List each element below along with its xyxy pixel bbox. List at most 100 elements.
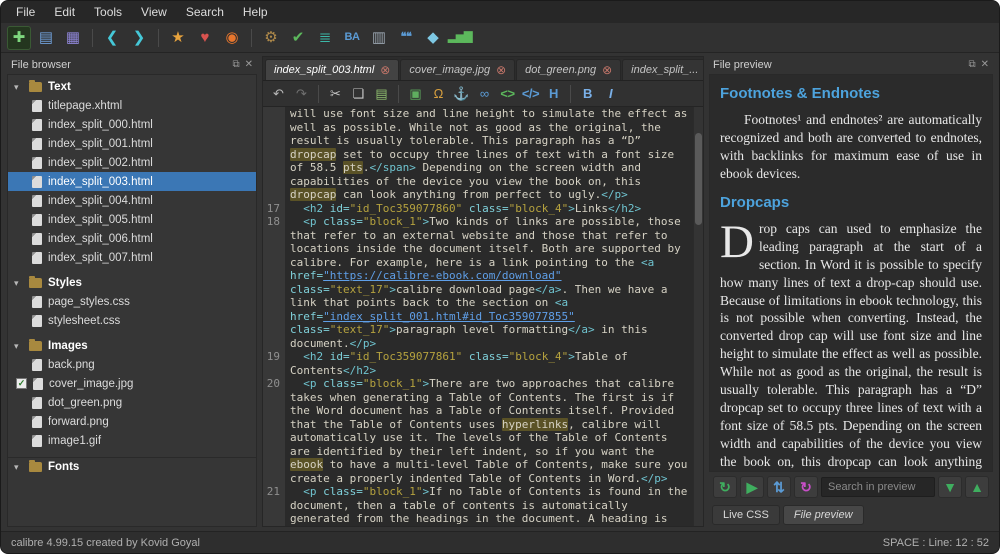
file-item-index_split_003.html[interactable]: index_split_003.html bbox=[8, 172, 256, 191]
find-next-button[interactable]: ▼ bbox=[938, 476, 962, 498]
float-panel-icon[interactable]: ⧉ bbox=[968, 60, 975, 70]
beautify-button[interactable]: ◆ bbox=[421, 26, 445, 50]
file-name: stylesheet.css bbox=[48, 315, 120, 327]
file-item-index_split_007.html[interactable]: index_split_007.html bbox=[8, 248, 256, 267]
code-token: "block_1" bbox=[363, 485, 423, 498]
insert-special-character-button[interactable]: Ω bbox=[428, 83, 449, 104]
file-item-index_split_006.html[interactable]: index_split_006.html bbox=[8, 229, 256, 248]
folder-icon bbox=[29, 278, 42, 288]
go-back-button[interactable]: ❮ bbox=[100, 26, 124, 50]
copy-button[interactable]: ❏ bbox=[348, 83, 369, 104]
code-token: ebook bbox=[290, 458, 323, 471]
community-button[interactable]: ◉ bbox=[220, 26, 244, 50]
sync-position-button[interactable]: ⇅ bbox=[767, 476, 791, 498]
reload-styles-button[interactable]: ↻ bbox=[794, 476, 818, 498]
cut-button[interactable]: ✂ bbox=[325, 83, 346, 104]
preview-tab-live-css[interactable]: Live CSS bbox=[712, 505, 780, 525]
section-fonts[interactable]: ▾Fonts bbox=[8, 457, 256, 476]
preview-tab-file-preview[interactable]: File preview bbox=[783, 505, 864, 525]
tab-close-icon[interactable]: ⊗ bbox=[380, 64, 390, 76]
code-token: "https://calibre-ebook.com/download" bbox=[323, 269, 561, 282]
file-item-image1.gif[interactable]: image1.gif bbox=[8, 431, 256, 450]
code-token: > bbox=[568, 350, 575, 363]
tab-index-split-[interactable]: index_split_...⊗ bbox=[622, 59, 703, 80]
code-token: <h2 bbox=[303, 202, 330, 215]
save-button[interactable]: ▦ bbox=[61, 26, 85, 50]
heading-button[interactable]: H bbox=[543, 83, 564, 104]
insert-hyperlink-button[interactable]: ∞ bbox=[474, 83, 495, 104]
section-images[interactable]: ▾Images bbox=[8, 337, 256, 355]
file-item-stylesheet.css[interactable]: stylesheet.css bbox=[8, 311, 256, 330]
arrange-files-button[interactable]: ⚙ bbox=[259, 26, 283, 50]
check-book-button[interactable]: ✔ bbox=[286, 26, 310, 50]
redo-button[interactable]: ↷ bbox=[291, 83, 312, 104]
file-item-index_split_000.html[interactable]: index_split_000.html bbox=[8, 115, 256, 134]
insert-tag-button[interactable]: <> bbox=[497, 83, 518, 104]
file-item-index_split_001.html[interactable]: index_split_001.html bbox=[8, 134, 256, 153]
reports-button[interactable]: ▥ bbox=[367, 26, 391, 50]
file-item-index_split_005.html[interactable]: index_split_005.html bbox=[8, 210, 256, 229]
insert-anchor-button[interactable]: ⚓ bbox=[451, 83, 472, 104]
file-icon bbox=[32, 252, 42, 264]
code-block-button[interactable]: </> bbox=[520, 83, 541, 104]
section-styles[interactable]: ▾Styles bbox=[8, 274, 256, 292]
file-item-page_styles.css[interactable]: page_styles.css bbox=[8, 292, 256, 311]
menu-item-file[interactable]: File bbox=[7, 2, 44, 22]
tab-dot-green-png[interactable]: dot_green.png⊗ bbox=[516, 59, 621, 80]
go-forward-button[interactable]: ❯ bbox=[127, 26, 151, 50]
file-item-titlepage.xhtml[interactable]: titlepage.xhtml bbox=[8, 96, 256, 115]
open-in-browser-button[interactable]: ▶ bbox=[740, 476, 764, 498]
section-text[interactable]: ▾Text bbox=[8, 78, 256, 96]
table-of-contents-button[interactable]: ≣ bbox=[313, 26, 337, 50]
file-item-back.png[interactable]: back.png bbox=[8, 355, 256, 374]
bold-button[interactable]: B bbox=[577, 83, 598, 104]
file-icon bbox=[32, 195, 42, 207]
code-token: paragraph level formatting bbox=[396, 323, 568, 336]
preview-search-input[interactable] bbox=[821, 477, 935, 497]
open-in-browser-icon: ▶ bbox=[747, 480, 758, 494]
menu-item-tools[interactable]: Tools bbox=[85, 2, 131, 22]
new-file-button[interactable]: ✚ bbox=[7, 26, 31, 50]
section-label: Images bbox=[48, 340, 88, 352]
smarten-punctuation-button[interactable]: ❝❝ bbox=[394, 26, 418, 50]
preview-controls: ↻▶⇅↻ ▼▲ bbox=[709, 472, 993, 502]
close-panel-icon[interactable]: ✕ bbox=[245, 60, 253, 70]
file-item-cover_image.jpg[interactable]: ✓cover_image.jpg bbox=[8, 374, 256, 393]
insert-image-button[interactable]: ▣ bbox=[405, 83, 426, 104]
code-editor[interactable]: will use font size and line height to si… bbox=[263, 107, 693, 526]
open-book-icon: ▤ bbox=[39, 30, 53, 45]
bookmark-button[interactable]: ★ bbox=[166, 26, 190, 50]
code-token: class= bbox=[469, 350, 509, 363]
file-item-dot_green.png[interactable]: dot_green.png bbox=[8, 393, 256, 412]
menu-item-help[interactable]: Help bbox=[234, 2, 277, 22]
paste-button[interactable]: ▤ bbox=[371, 83, 392, 104]
menu-item-search[interactable]: Search bbox=[177, 2, 233, 22]
file-item-forward.png[interactable]: forward.png bbox=[8, 412, 256, 431]
file-item-index_split_002.html[interactable]: index_split_002.html bbox=[8, 153, 256, 172]
statistics-button[interactable]: ▂▅▇ bbox=[448, 26, 472, 50]
float-panel-icon[interactable]: ⧉ bbox=[232, 60, 239, 70]
preview-heading-footnotes: Footnotes & Endnotes bbox=[720, 84, 982, 104]
tab-index-split-003-html[interactable]: index_split_003.html⊗ bbox=[265, 59, 399, 80]
code-token bbox=[290, 350, 303, 363]
close-panel-icon[interactable]: ✕ bbox=[981, 60, 989, 70]
tab-close-icon[interactable]: ⊗ bbox=[496, 64, 506, 76]
code-token: class= bbox=[290, 283, 330, 296]
scrollbar-thumb[interactable] bbox=[695, 133, 702, 225]
manage-fonts-button[interactable]: BA bbox=[340, 26, 364, 50]
find-previous-button[interactable]: ▲ bbox=[965, 476, 989, 498]
tab-close-icon[interactable]: ⊗ bbox=[602, 64, 612, 76]
tab-cover-image-jpg[interactable]: cover_image.jpg⊗ bbox=[400, 59, 515, 80]
refresh-preview-button[interactable]: ↻ bbox=[713, 476, 737, 498]
editor-scrollbar[interactable] bbox=[693, 107, 703, 526]
menu-item-view[interactable]: View bbox=[132, 2, 176, 22]
menu-item-edit[interactable]: Edit bbox=[45, 2, 84, 22]
section-label: Styles bbox=[48, 277, 82, 289]
code-text: <p class="block_1">Two kinds of links ar… bbox=[285, 215, 693, 350]
dropcap-letter: D bbox=[720, 220, 759, 262]
file-item-index_split_004.html[interactable]: index_split_004.html bbox=[8, 191, 256, 210]
open-book-button[interactable]: ▤ bbox=[34, 26, 58, 50]
donate-button[interactable]: ♥ bbox=[193, 26, 217, 50]
undo-button[interactable]: ↶ bbox=[268, 83, 289, 104]
italic-button[interactable]: I bbox=[600, 83, 621, 104]
